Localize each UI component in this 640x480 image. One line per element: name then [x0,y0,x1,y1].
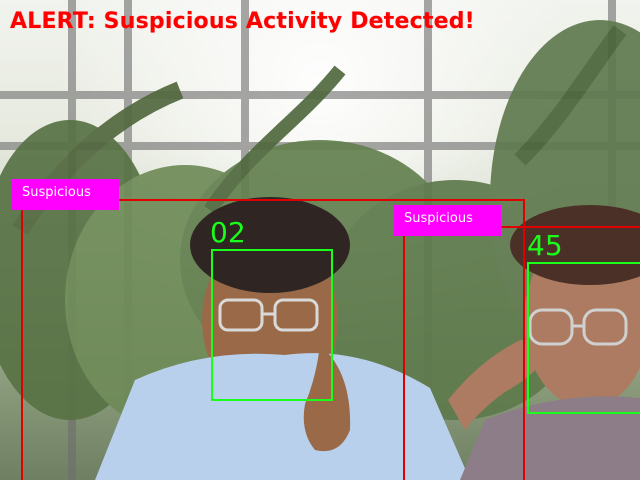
camera-frame: ALERT: Suspicious Activity Detected! Sus… [0,0,640,480]
face-box-1 [211,249,333,401]
face-box-2 [527,262,640,414]
face-id-2: 45 [527,229,563,262]
suspicious-label-1: Suspicious [12,179,119,210]
face-id-1: 02 [210,216,246,249]
alert-banner: ALERT: Suspicious Activity Detected! [10,9,475,34]
suspicious-label-2: Suspicious [394,205,501,236]
